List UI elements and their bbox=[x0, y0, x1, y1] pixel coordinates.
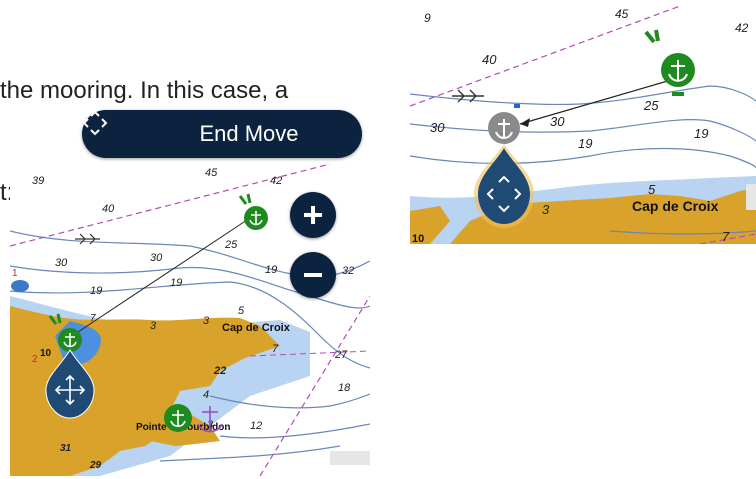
anchor-marker-previous[interactable] bbox=[488, 112, 520, 144]
sounding: 42 bbox=[270, 175, 282, 187]
end-move-label: End Move bbox=[199, 121, 299, 146]
sounding: 30 bbox=[430, 120, 445, 135]
sounding: 40 bbox=[482, 52, 497, 67]
place-name: Cap de Croix bbox=[222, 322, 291, 334]
sounding: 19 bbox=[265, 264, 277, 276]
anchor-marker-new[interactable] bbox=[238, 193, 268, 230]
sounding: 5 bbox=[238, 305, 245, 317]
sounding: 3 bbox=[542, 202, 550, 217]
sounding: 19 bbox=[170, 277, 182, 289]
sounding: 5 bbox=[648, 182, 656, 197]
sounding: 12 bbox=[250, 420, 262, 432]
sounding: 31 bbox=[60, 443, 72, 454]
left-chart-map[interactable]: 39 40 45 42 30 30 19 19 25 19 32 27 18 7… bbox=[10, 106, 370, 476]
sounding: 19 bbox=[694, 126, 708, 141]
sounding: 1 bbox=[12, 268, 18, 279]
sounding: 10 bbox=[40, 348, 52, 359]
sounding: 40 bbox=[102, 203, 115, 215]
sounding: 7 bbox=[272, 343, 279, 355]
move-drop-handle[interactable] bbox=[474, 144, 534, 228]
sounding: 25 bbox=[224, 239, 238, 251]
zoom-out-button[interactable] bbox=[290, 252, 336, 298]
place-name: Cap de Croix bbox=[632, 198, 719, 214]
sounding: 27 bbox=[334, 349, 348, 361]
document-line-1: the mooring. In this case, a bbox=[0, 77, 289, 104]
sounding: 30 bbox=[55, 257, 68, 269]
sounding: 9 bbox=[424, 11, 431, 25]
anchor-marker-lower[interactable] bbox=[164, 404, 192, 432]
sounding: 3 bbox=[203, 315, 210, 327]
sounding: 45 bbox=[615, 7, 629, 21]
sounding: 32 bbox=[342, 265, 354, 277]
anchor-marker-new[interactable] bbox=[644, 29, 695, 96]
right-chart-map[interactable]: 9 45 42 40 25 30 30 19 19 3 5 7 10 Cap d… bbox=[410, 6, 756, 244]
sounding: 4 bbox=[203, 389, 209, 401]
sounding: 45 bbox=[205, 167, 218, 179]
end-move-button[interactable]: End Move bbox=[82, 110, 362, 158]
sounding: 19 bbox=[578, 136, 592, 151]
sounding: 29 bbox=[89, 460, 102, 471]
sounding: 3 bbox=[150, 320, 157, 332]
sounding: 18 bbox=[338, 382, 351, 394]
sounding: 7 bbox=[722, 229, 730, 244]
sounding: 42 bbox=[735, 21, 749, 35]
sounding: 39 bbox=[32, 175, 44, 187]
sounding: 7 bbox=[90, 313, 96, 324]
sounding: 2 bbox=[32, 354, 38, 365]
sounding: 10 bbox=[412, 233, 424, 244]
sounding: 30 bbox=[550, 114, 565, 129]
zoom-in-button[interactable] bbox=[290, 192, 336, 238]
plus-icon bbox=[304, 206, 322, 224]
minus-icon bbox=[304, 273, 322, 277]
sounding: 30 bbox=[150, 252, 163, 264]
sounding: 25 bbox=[643, 98, 659, 113]
right-chart-canvas: 9 45 42 40 25 30 30 19 19 3 5 7 10 Cap d… bbox=[410, 6, 756, 244]
sounding: 22 bbox=[213, 365, 226, 377]
sounding: 19 bbox=[90, 285, 102, 297]
